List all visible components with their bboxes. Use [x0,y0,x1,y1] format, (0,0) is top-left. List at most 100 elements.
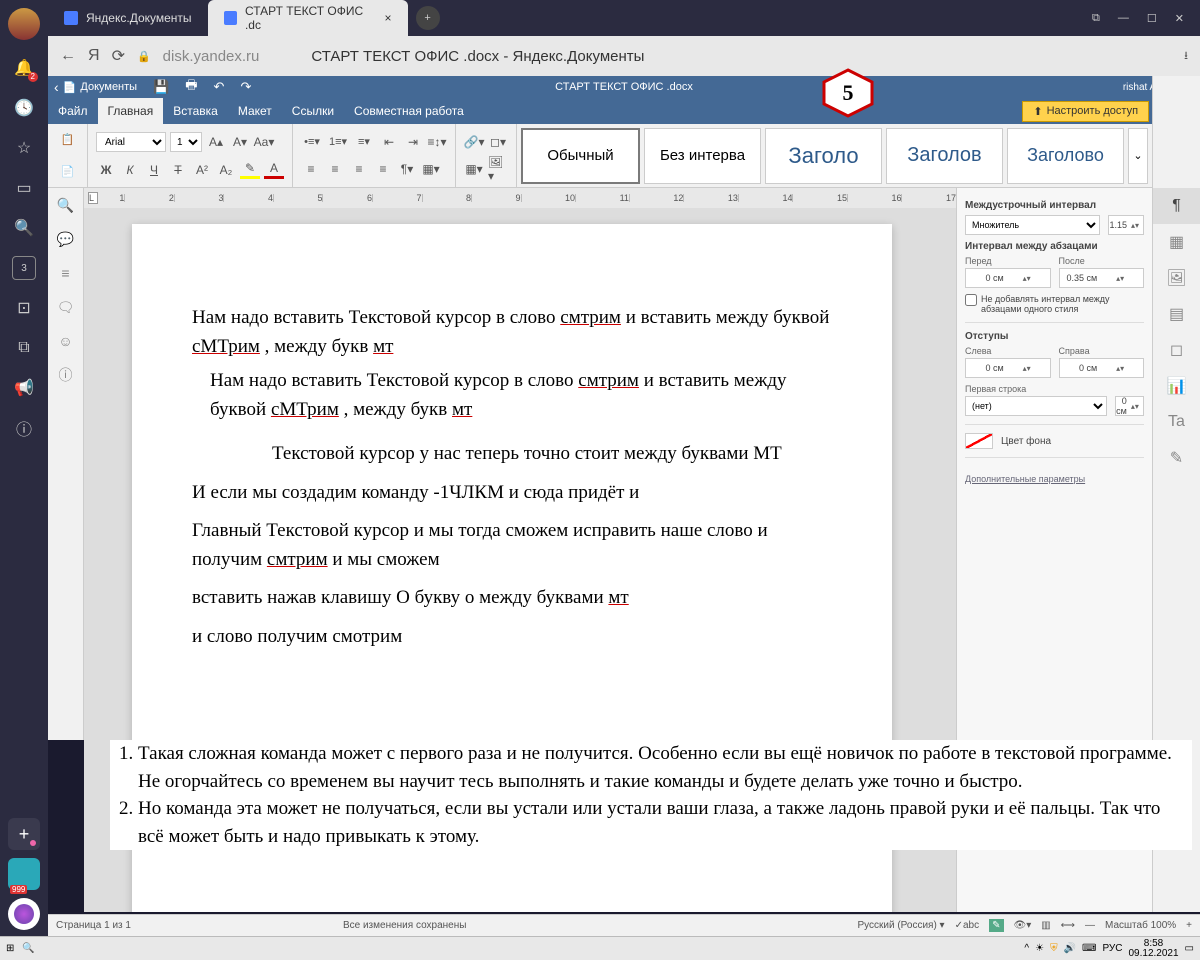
font-color-icon[interactable]: A [264,161,284,179]
style-nospacing[interactable]: Без интерва [644,128,761,184]
line-mode-select[interactable]: Множитель [965,215,1100,235]
search-pane-icon[interactable]: 🔍 [48,188,83,222]
fit-width-icon[interactable]: ⟷ [1061,920,1075,931]
undo-icon[interactable]: ↶ [214,79,225,95]
case-icon[interactable]: Aa▾ [254,133,274,151]
paste-icon[interactable]: 📄 [61,165,75,178]
indent-icon[interactable]: ⇥ [403,133,423,151]
headings-pane-icon[interactable]: ≡ [48,256,83,290]
pilcrow-icon[interactable]: ¶▾ [397,160,417,178]
shape-pane-icon[interactable]: ◻ [1153,332,1200,368]
size-select[interactable]: 18 [170,132,202,152]
zoom-out-icon[interactable]: — [1085,920,1095,931]
after-input[interactable]: 0.35 см▴▾ [1059,268,1145,288]
bold-icon[interactable]: Ж [96,161,116,179]
table-pane-icon[interactable]: ▦ [1153,224,1200,260]
chat-pane-icon[interactable]: 🗨 [48,290,83,324]
start-icon[interactable]: ⊞ [6,943,14,954]
share-button[interactable]: ⬆ Настроить доступ [1022,101,1149,122]
fit-page-icon[interactable]: ▥ [1041,920,1050,931]
avatar[interactable] [8,8,40,40]
bell-icon[interactable]: 🔔2 [12,56,36,80]
style-normal[interactable]: Обычный [521,128,640,184]
menu-insert[interactable]: Вставка [163,98,228,124]
info-icon[interactable]: ⓘ [12,416,36,440]
insert-table-icon[interactable]: ▦▾ [464,160,484,178]
style-heading2[interactable]: Заголов [886,128,1003,184]
new-tab-button[interactable]: + [416,6,440,30]
lock-icon[interactable]: 🔒 [137,50,151,63]
review-icon[interactable]: 👁▾ [1014,920,1032,931]
bg-color-swatch[interactable] [965,433,993,449]
tray-lang[interactable]: РУС [1102,943,1122,954]
doc-language[interactable]: Русский (Россия) ▾ [857,920,944,931]
close-icon[interactable]: × [385,11,392,25]
feedback-icon[interactable]: ☺ [48,324,83,358]
style-heading1[interactable]: Заголо [765,128,882,184]
linespace-icon[interactable]: ≡↕▾ [427,133,447,151]
menu-links[interactable]: Ссылки [282,98,344,124]
image-pane-icon[interactable]: 🖼 [1153,260,1200,296]
menu-layout[interactable]: Макет [228,98,282,124]
indent-left-input[interactable]: 0 см▴▾ [965,358,1051,378]
menu-collab[interactable]: Совместная работа [344,98,474,124]
style-heading3[interactable]: Заголово [1007,128,1124,184]
menu-file[interactable]: Файл [48,98,98,124]
zoom-level[interactable]: Масштаб 100% [1105,920,1176,931]
text-pane-icon[interactable]: Ta [1153,404,1200,440]
collapse-icon[interactable]: ⧉ [1092,12,1100,25]
highlight-icon[interactable]: ✎ [240,161,260,179]
track-icon[interactable]: ✎ [989,919,1003,932]
strike-icon[interactable]: Т [168,161,188,179]
before-input[interactable]: 0 см▴▾ [965,268,1051,288]
grow-font-icon[interactable]: A▴ [206,133,226,151]
tray-weather-icon[interactable]: ☀ [1035,943,1044,954]
app-shortcut[interactable]: 999 [8,858,40,890]
browser-tab-active[interactable]: СТАРТ ТЕКСТ ОФИС .dc× [208,0,408,36]
paragraph-pane-icon[interactable]: ¶ [1153,188,1200,224]
italic-icon[interactable]: К [120,161,140,179]
chart-pane-icon[interactable]: 📊 [1153,368,1200,404]
multilevel-icon[interactable]: ≡▾ [353,133,375,151]
align-left-icon[interactable]: ≡ [301,160,321,178]
line-value-input[interactable]: 1.15▴▾ [1108,215,1144,235]
numbering-icon[interactable]: 1≡▾ [327,133,349,151]
indent-right-input[interactable]: 0 см▴▾ [1059,358,1145,378]
yandex-icon[interactable]: Я [88,47,100,65]
chevron-left-icon[interactable]: ‹ [54,79,59,95]
shrink-font-icon[interactable]: A▾ [230,133,250,151]
url-host[interactable]: disk.yandex.ru [163,48,260,65]
search-icon[interactable]: 🔍 [12,216,36,240]
signature-pane-icon[interactable]: ✎ [1153,440,1200,476]
sub-icon[interactable]: A₂ [216,161,236,179]
document-body[interactable]: Нам надо вставить Текстовой курсор в сло… [192,304,832,651]
camera-icon[interactable]: ⧉ [12,336,36,360]
clock-icon[interactable]: 🕓 [12,96,36,120]
insert-image-icon[interactable]: 🖼▾ [488,160,508,178]
zoom-in-icon[interactable]: + [1186,920,1192,931]
bullets-icon[interactable]: •≡▾ [301,133,323,151]
page-indicator[interactable]: Страница 1 из 1 [56,920,131,931]
star-icon[interactable]: ☆ [12,136,36,160]
insert-link-icon[interactable]: 🔗▾ [464,133,484,151]
save-icon[interactable]: 💾 [153,79,169,95]
super-icon[interactable]: A² [192,161,212,179]
header-pane-icon[interactable]: ▤ [1153,296,1200,332]
yandex-shortcut[interactable] [8,898,40,930]
redo-icon[interactable]: ↷ [240,79,251,95]
font-select[interactable]: Arial [96,132,166,152]
tray-clock[interactable]: 8:5809.12.2021 [1128,939,1178,959]
minimize-icon[interactable]: — [1118,12,1129,25]
speaker-icon[interactable]: 📢 [12,376,36,400]
tray-notifications-icon[interactable]: ▭ [1185,943,1194,954]
firstline-select[interactable]: (нет) [965,396,1107,416]
nospace-checkbox[interactable]: Не добавлять интервал между абзацами одн… [965,294,1144,314]
styles-more-button[interactable]: ⌄ [1128,128,1148,184]
tray-shield-icon[interactable]: ⛨ [1050,943,1058,954]
reload-icon[interactable]: ⟳ [112,46,125,66]
search-taskbar-icon[interactable]: 🔍 [22,943,34,954]
firstline-input[interactable]: 0 см▴▾ [1115,396,1144,416]
underline-icon[interactable]: Ч [144,161,164,179]
tray-expand-icon[interactable]: ^ [1024,943,1029,954]
cast-icon[interactable]: ⊡ [12,296,36,320]
